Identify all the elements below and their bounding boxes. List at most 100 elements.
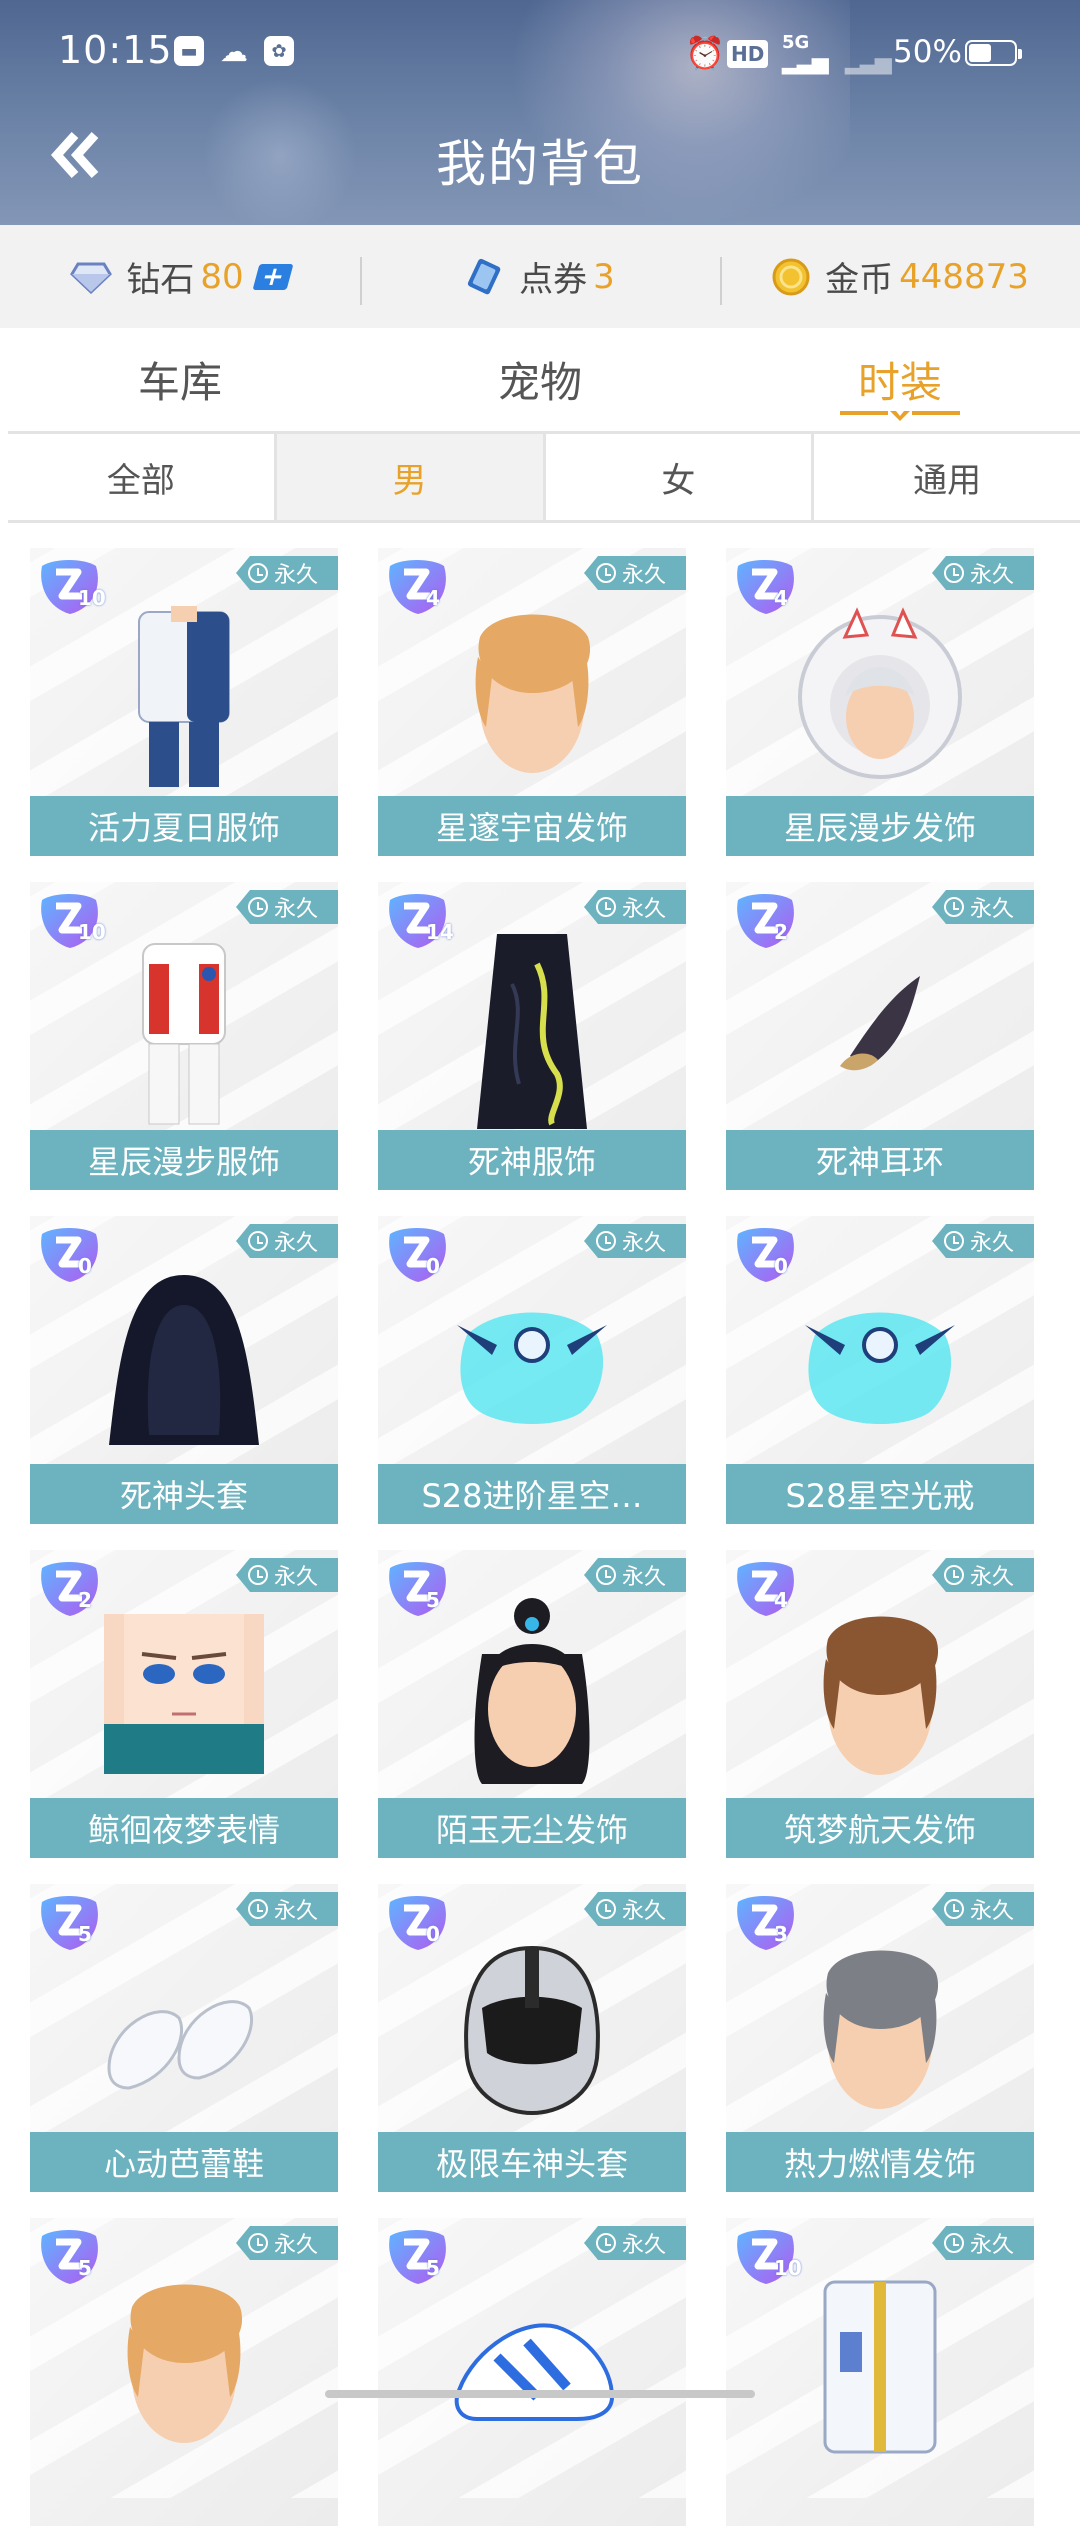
item-card[interactable]: 0 永久 S28星空光戒 — [726, 1216, 1034, 1524]
item-name: 热力燃情发饰 — [726, 2132, 1034, 2192]
gold-balance: 金币 448873 — [720, 252, 1080, 305]
tab-garage[interactable]: 车库 — [0, 328, 360, 431]
duration-label: 永久 — [622, 563, 667, 588]
item-level: 4 — [774, 586, 788, 610]
filter-male[interactable]: 男 — [273, 434, 543, 520]
clock-icon — [596, 563, 616, 583]
gold-label: 金币 — [825, 260, 894, 300]
item-card[interactable]: 10 永久 星辰漫步服饰 — [30, 882, 338, 1190]
duration-label: 永久 — [970, 1899, 1015, 1924]
clock-icon — [944, 1899, 964, 1919]
currency-bar: 钻石 80 + 点券 3 金币 448873 — [0, 225, 1080, 328]
page-title: 我的背包 — [436, 135, 644, 193]
duration-label: 永久 — [970, 1565, 1015, 1590]
item-level: 10 — [78, 586, 106, 610]
status-bar: 10:15 ▬ ☁ ✿ ⏰ HD 5G ▂▃▅ ▂▃▅ 50% — [0, 0, 1080, 105]
clock-icon — [248, 2233, 268, 2253]
filter-general[interactable]: 通用 — [811, 434, 1080, 520]
filter-all[interactable]: 全部 — [8, 434, 274, 520]
filter-female[interactable]: 女 — [542, 434, 812, 520]
item-card[interactable]: 0 永久 S28进阶星空… — [378, 1216, 686, 1524]
level-gem-icon: 0 — [382, 1224, 454, 1286]
duration-badge: 永久 — [236, 556, 338, 590]
level-gem-icon: 4 — [382, 556, 454, 618]
item-image — [378, 1256, 686, 1464]
clock-icon — [248, 1899, 268, 1919]
duration-badge: 永久 — [236, 890, 338, 924]
duration-label: 永久 — [274, 897, 319, 922]
clock-icon — [596, 1565, 616, 1585]
message-app-icon: ▬ — [174, 36, 204, 66]
item-name: 筑梦航天发饰 — [726, 1798, 1034, 1858]
item-name: 陌玉无尘发饰 — [378, 1798, 686, 1858]
item-card[interactable]: 0 永久 死神头套 — [30, 1216, 338, 1524]
level-gem-icon: 5 — [34, 2226, 106, 2288]
item-name: 活力夏日服饰 — [30, 796, 338, 856]
clock-icon — [944, 1565, 964, 1585]
item-level: 0 — [426, 1922, 440, 1946]
item-level: 0 — [426, 1254, 440, 1278]
level-gem-icon: 4 — [730, 556, 802, 618]
item-card[interactable]: 0 永久 极限车神头套 — [378, 1884, 686, 2192]
item-card[interactable]: 5 永久 — [378, 2218, 686, 2526]
diamond-icon — [70, 260, 113, 294]
clock-icon — [596, 1231, 616, 1251]
duration-badge: 永久 — [236, 1558, 338, 1592]
duration-label: 永久 — [622, 1565, 667, 1590]
level-gem-icon: 10 — [34, 556, 106, 618]
item-card[interactable]: 4 永久 筑梦航天发饰 — [726, 1550, 1034, 1858]
tab-pets[interactable]: 宠物 — [360, 328, 720, 431]
duration-badge: 永久 — [932, 1892, 1034, 1926]
item-card[interactable]: 10 永久 — [726, 2218, 1034, 2526]
item-name: 死神耳环 — [726, 1130, 1034, 1190]
item-card[interactable]: 2 永久 鲸徊夜梦表情 — [30, 1550, 338, 1858]
battery-icon — [965, 40, 1022, 66]
main-tabs: 车库 宠物 时装 — [0, 328, 1080, 431]
signal-icon: ▂▃▅ — [782, 50, 829, 75]
level-gem-icon: 5 — [34, 1892, 106, 1954]
alarm-icon: ⏰ — [685, 34, 725, 72]
clock-icon — [944, 897, 964, 917]
level-gem-icon: 0 — [730, 1224, 802, 1286]
item-card[interactable]: 5 永久 — [30, 2218, 338, 2526]
home-indicator[interactable] — [325, 2390, 755, 2398]
add-diamond-button[interactable]: + — [252, 262, 294, 292]
gallery-app-icon: ✿ — [264, 36, 294, 66]
gender-filter-tabs: 全部 男 女 通用 — [8, 431, 1080, 523]
item-card[interactable]: 3 永久热力燃情发饰 — [726, 1884, 1034, 2192]
clock-icon — [248, 897, 268, 917]
duration-badge: 永久 — [584, 1892, 686, 1926]
item-image — [726, 2258, 1034, 2466]
item-card[interactable]: 4 永久 星邃宇宙发饰 — [378, 548, 686, 856]
hd-badge: HD — [727, 40, 769, 68]
item-image — [726, 1590, 1034, 1798]
item-level: 5 — [426, 1588, 440, 1612]
tab-pets-label: 宠物 — [497, 358, 582, 407]
item-card[interactable]: 4 永久 星辰漫步发饰 — [726, 548, 1034, 856]
item-card[interactable]: 2 永久 死神耳环 — [726, 882, 1034, 1190]
tab-fashion-label: 时装 — [857, 358, 942, 407]
level-gem-icon: 10 — [730, 2226, 802, 2288]
level-gem-icon: 3 — [730, 1892, 802, 1954]
item-card[interactable]: 5 永久陌玉无尘发饰 — [378, 1550, 686, 1858]
duration-label: 永久 — [274, 563, 319, 588]
item-card[interactable]: 10 永久活力夏日服饰 — [30, 548, 338, 856]
tab-fashion[interactable]: 时装 — [720, 328, 1080, 431]
diamond-value: 80 — [200, 256, 244, 297]
item-card[interactable]: 5 永久 心动芭蕾鞋 — [30, 1884, 338, 2192]
clock-icon — [248, 563, 268, 583]
item-card[interactable]: 14 永久 死神服饰 — [378, 882, 686, 1190]
clock-icon — [596, 1899, 616, 1919]
item-image — [726, 1924, 1034, 2132]
level-gem-icon: 5 — [382, 1558, 454, 1620]
duration-label: 永久 — [970, 897, 1015, 922]
item-name: S28进阶星空… — [378, 1464, 686, 1524]
duration-label: 永久 — [622, 1231, 667, 1256]
duration-badge: 永久 — [584, 2226, 686, 2260]
item-level: 3 — [774, 1922, 788, 1946]
signal-icon-2: ▂▃▅ — [845, 50, 892, 75]
duration-label: 永久 — [274, 2233, 319, 2258]
item-image — [378, 2258, 686, 2466]
item-name: S28星空光戒 — [726, 1464, 1034, 1524]
duration-label: 永久 — [274, 1565, 319, 1590]
